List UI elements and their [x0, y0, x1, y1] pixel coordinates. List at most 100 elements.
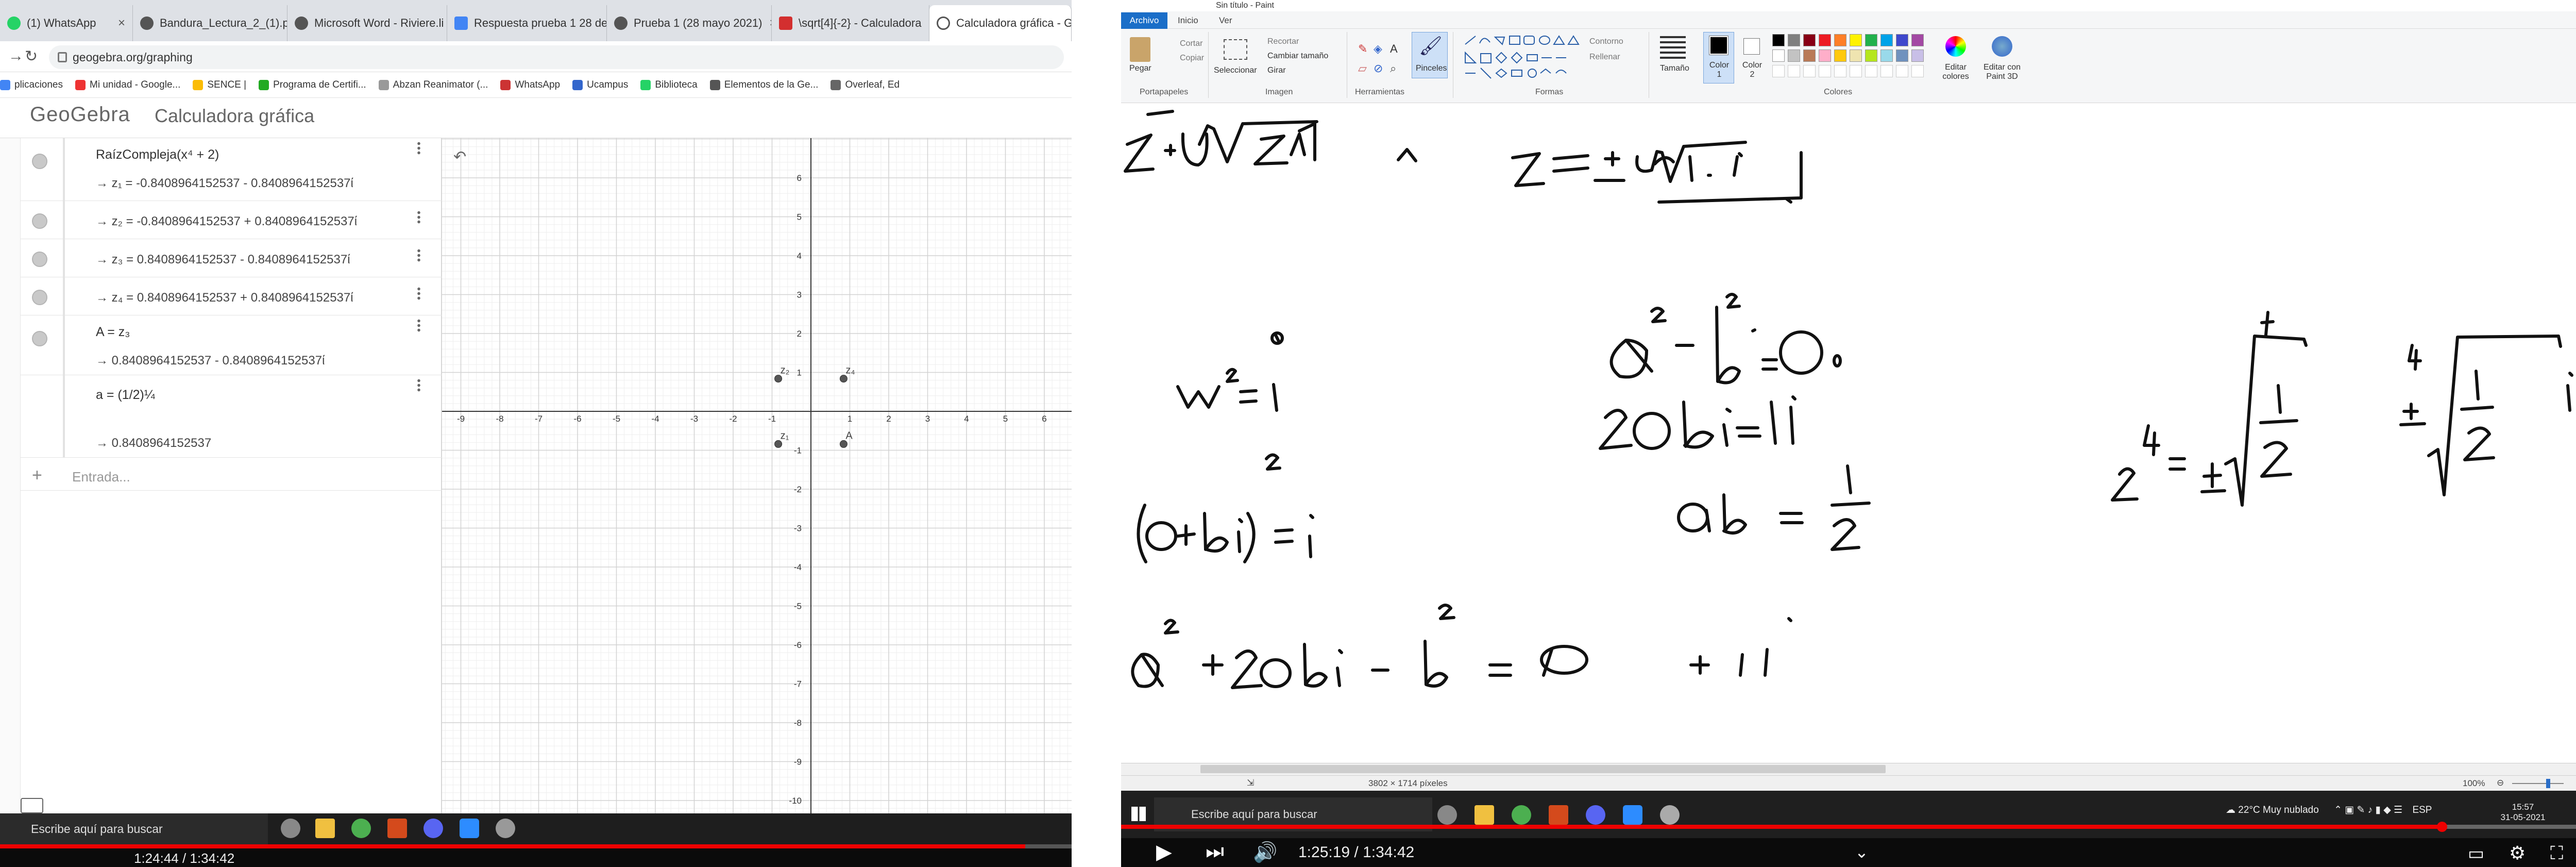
- algebra-row[interactable]: → z₂ = -0.8408964152537 + 0.840896415253…: [21, 201, 442, 239]
- close-icon[interactable]: ×: [762, 16, 772, 30]
- more-options-icon[interactable]: [417, 319, 420, 332]
- browser-tab[interactable]: \sqrt[4]{-2} - Calculadora×: [772, 5, 929, 41]
- edit-colors-button[interactable]: Editar colores: [1939, 63, 1972, 81]
- tab-inicio[interactable]: Inicio: [1178, 15, 1198, 26]
- bookmark-item[interactable]: Abzan Reanimator (...: [378, 79, 488, 91]
- graph-canvas[interactable]: -9 -8 -7 -6 -5 -4 -3 -2 -1 1 2 3 4 5 6 6 5 4 3 2 1 -1 -2 -3 -4 -5…: [442, 138, 1072, 824]
- close-icon[interactable]: ×: [444, 16, 447, 30]
- paint-icon[interactable]: [1660, 805, 1680, 825]
- geogebra-logo[interactable]: GeoGebra: [30, 103, 130, 126]
- visibility-toggle-icon[interactable]: [32, 331, 47, 346]
- point-marker[interactable]: [774, 440, 783, 448]
- palette-swatch[interactable]: [1911, 34, 1924, 46]
- url-field[interactable]: geogebra.org/graphing: [49, 45, 1064, 69]
- palette-swatch[interactable]: [1803, 49, 1816, 62]
- algebra-row[interactable]: RaízCompleja(x⁴ + 2) → z₁ = -0.8408964152…: [21, 138, 442, 201]
- tray-icons[interactable]: ⌃ ▣ ✎ ♪ ▮ ◆ ☰: [2334, 805, 2402, 815]
- subtitles-icon[interactable]: ▭: [2468, 843, 2484, 864]
- more-options-icon[interactable]: [417, 287, 420, 300]
- task-view-icon[interactable]: [1437, 805, 1457, 825]
- fill-shape-button[interactable]: Rellenar: [1589, 53, 1620, 62]
- algebra-definition[interactable]: RaízCompleja(x⁴ + 2): [96, 147, 219, 162]
- text-icon[interactable]: A: [1390, 42, 1398, 56]
- bookmark-item[interactable]: WhatsApp: [500, 79, 560, 91]
- taskbar-search[interactable]: Escribe aquí para buscar: [0, 813, 268, 844]
- palette-swatch[interactable]: [1896, 34, 1908, 46]
- palette-swatch-empty[interactable]: [1834, 65, 1846, 77]
- paste-button[interactable]: Pegar: [1129, 64, 1151, 73]
- bookmark-item[interactable]: SENCE |: [193, 79, 246, 91]
- palette-swatch-empty[interactable]: [1850, 65, 1862, 77]
- weather[interactable]: 22°C Muy nublado: [2238, 805, 2319, 815]
- cut-button[interactable]: Cortar: [1180, 39, 1202, 48]
- palette-swatch[interactable]: [1772, 49, 1785, 62]
- paint-icon[interactable]: [496, 819, 515, 838]
- browser-tab[interactable]: Bandura_Lectura_2_(1).pdf×: [133, 5, 287, 41]
- palette-swatch-empty[interactable]: [1772, 65, 1785, 77]
- paste-icon[interactable]: [1130, 37, 1150, 62]
- palette-swatch[interactable]: [1911, 49, 1924, 62]
- volume-icon[interactable]: 🔊: [1253, 841, 1277, 864]
- brushes-button[interactable]: Pinceles: [1416, 64, 1447, 73]
- shapes-gallery[interactable]: [1463, 34, 1582, 84]
- task-view-icon[interactable]: [281, 819, 300, 838]
- discord-icon[interactable]: [1586, 805, 1605, 825]
- more-options-icon[interactable]: [417, 248, 420, 262]
- color-picker-icon[interactable]: ⊘: [1374, 62, 1383, 75]
- algebra-row[interactable]: A = z₃ → 0.8408964152537 - 0.840896415253…: [21, 315, 442, 375]
- palette-swatch-empty[interactable]: [1911, 65, 1924, 77]
- zoom-thumb[interactable]: [2546, 779, 2550, 788]
- select-button[interactable]: Seleccionar: [1214, 66, 1257, 75]
- palette-swatch[interactable]: [1865, 49, 1877, 62]
- next-icon[interactable]: ⏭: [1206, 840, 1224, 863]
- fill-icon[interactable]: ◈: [1374, 42, 1382, 56]
- algebra-input[interactable]: Entrada...: [72, 469, 130, 485]
- palette-swatch[interactable]: [1819, 34, 1831, 46]
- weather-icon[interactable]: ☁: [2226, 805, 2238, 815]
- explorer-icon[interactable]: [1475, 805, 1494, 825]
- scroll-thumb[interactable]: [1200, 765, 1886, 773]
- chrome-icon[interactable]: [351, 819, 371, 838]
- browser-tab[interactable]: Microsoft Word - Riviere.li×: [287, 5, 447, 41]
- palette-swatch-empty[interactable]: [1788, 65, 1800, 77]
- algebra-definition[interactable]: a = (1/2)¼: [96, 388, 155, 403]
- algebra-row[interactable]: a = (1/2)¼ → 0.8408964152537: [21, 375, 442, 458]
- palette-swatch-empty[interactable]: [1896, 65, 1908, 77]
- palette-swatch[interactable]: [1880, 49, 1893, 62]
- clock[interactable]: 15:57 31-05-2021: [2500, 802, 2546, 823]
- more-options-icon[interactable]: [417, 210, 420, 224]
- palette-swatch[interactable]: [1865, 34, 1877, 46]
- tab-archivo[interactable]: Archivo: [1121, 12, 1167, 29]
- eraser-icon[interactable]: ▱: [1358, 62, 1367, 75]
- palette-swatch[interactable]: [1834, 34, 1846, 46]
- palette-swatch[interactable]: [1850, 49, 1862, 62]
- windows-start-icon[interactable]: [1131, 807, 1146, 821]
- visibility-toggle-icon[interactable]: [32, 252, 47, 267]
- select-icon[interactable]: [1224, 39, 1247, 60]
- zoom-icon[interactable]: [460, 819, 479, 838]
- rotate-button[interactable]: Girar: [1267, 66, 1286, 75]
- browser-tab-active[interactable]: Calculadora gráfica - Geo: [929, 5, 1072, 41]
- bookmark-item[interactable]: Ucampus: [572, 79, 628, 91]
- size-button[interactable]: Tamaño: [1660, 64, 1689, 73]
- paint-canvas[interactable]: [1121, 103, 2576, 763]
- more-options-icon[interactable]: [417, 141, 420, 155]
- palette-swatch[interactable]: [1834, 49, 1846, 62]
- office-icon[interactable]: [387, 819, 407, 838]
- zoom-slider[interactable]: [2512, 783, 2564, 784]
- play-icon[interactable]: ▶: [1156, 840, 1172, 864]
- crop-button[interactable]: Recortar: [1267, 37, 1299, 46]
- bookmark-item[interactable]: Programa de Certifi...: [259, 79, 366, 91]
- visibility-toggle-icon[interactable]: [32, 213, 47, 229]
- browser-tab[interactable]: (1) WhatsApp ×: [0, 5, 133, 41]
- browser-tab[interactable]: Respuesta prueba 1 28 de ×: [447, 5, 607, 41]
- visibility-toggle-icon[interactable]: [32, 290, 47, 305]
- palette-swatch[interactable]: [1880, 34, 1893, 46]
- palette-swatch[interactable]: [1788, 34, 1800, 46]
- palette-swatch[interactable]: [1896, 49, 1908, 62]
- palette-swatch[interactable]: [1850, 34, 1862, 46]
- magnifier-icon[interactable]: ⌕: [1390, 62, 1396, 75]
- outline-button[interactable]: Contorno: [1589, 37, 1623, 46]
- pencil-icon[interactable]: ✎: [1358, 42, 1367, 56]
- algebra-row[interactable]: → z₃ = 0.8408964152537 - 0.8408964152537…: [21, 239, 442, 277]
